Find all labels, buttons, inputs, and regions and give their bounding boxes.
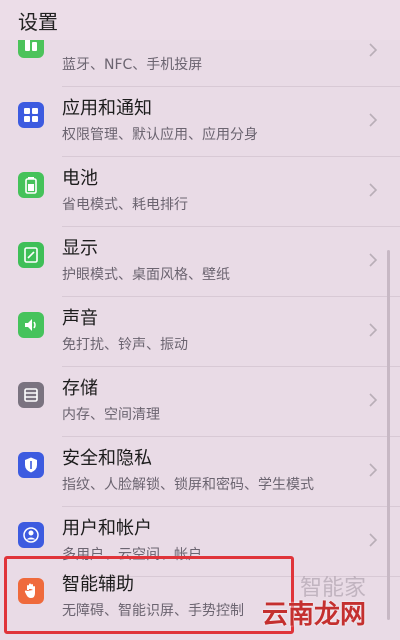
settings-item-label: 安全和隐私 xyxy=(62,448,152,469)
settings-item-sub: 内存、空间清理 xyxy=(62,407,160,423)
apps-grid-icon xyxy=(18,102,44,128)
settings-item-label: 用户和帐户 xyxy=(62,518,152,539)
chevron-right-icon xyxy=(369,463,378,477)
scrollbar[interactable] xyxy=(387,250,390,620)
settings-item-sub: 免打扰、铃声、振动 xyxy=(62,337,188,353)
speaker-icon xyxy=(18,312,44,338)
settings-item-sub: 蓝牙、NFC、手机投屏 xyxy=(62,57,203,73)
chevron-right-icon xyxy=(369,113,378,127)
settings-item-apps[interactable]: 应用和通知 权限管理、默认应用、应用分身 xyxy=(0,88,400,156)
app-header: 设置 xyxy=(0,0,400,40)
settings-item-label: 声音 xyxy=(62,308,98,329)
user-icon xyxy=(18,522,44,548)
chevron-right-icon xyxy=(369,253,378,267)
settings-item-label: 存储 xyxy=(62,378,98,399)
settings-item-storage[interactable]: 存储 内存、空间清理 xyxy=(0,368,400,436)
page-title: 设置 xyxy=(18,10,58,34)
settings-item-label: 显示 xyxy=(62,238,98,259)
settings-item-label: 应用和通知 xyxy=(62,98,152,119)
settings-item-label: 电池 xyxy=(62,168,98,189)
settings-item-sub: 指纹、人脸解锁、锁屏和密码、学生模式 xyxy=(62,477,314,493)
highlight-box xyxy=(4,556,294,634)
display-icon xyxy=(18,242,44,268)
battery-icon xyxy=(18,172,44,198)
settings-item-display[interactable]: 显示 护眼模式、桌面风格、壁纸 xyxy=(0,228,400,296)
chevron-right-icon xyxy=(369,43,378,57)
settings-item-sub: 省电模式、耗电排行 xyxy=(62,197,188,213)
shield-icon xyxy=(18,452,44,478)
settings-item-security[interactable]: 安全和隐私 指纹、人脸解锁、锁屏和密码、学生模式 xyxy=(0,438,400,506)
chevron-right-icon xyxy=(369,183,378,197)
storage-icon xyxy=(18,382,44,408)
settings-list: 蓝牙、NFC、手机投屏 应用和通知 权限管理、默认应用、应用分身 电池 省电模式… xyxy=(0,0,400,640)
chevron-right-icon xyxy=(369,323,378,337)
settings-item-battery[interactable]: 电池 省电模式、耗电排行 xyxy=(0,158,400,226)
chevron-right-icon xyxy=(369,393,378,407)
settings-item-sub: 权限管理、默认应用、应用分身 xyxy=(62,127,258,143)
settings-item-sub: 护眼模式、桌面风格、壁纸 xyxy=(62,267,230,283)
chevron-right-icon xyxy=(369,533,378,547)
settings-item-sound[interactable]: 声音 免打扰、铃声、振动 xyxy=(0,298,400,366)
watermark: 云南龙网 xyxy=(262,600,367,630)
